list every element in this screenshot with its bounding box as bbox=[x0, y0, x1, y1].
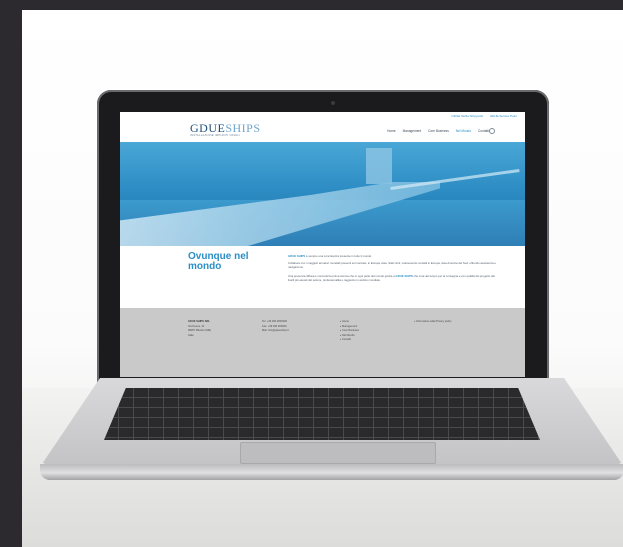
site-topbar: GDUE Sicilia Shipyards GDUE Service Poin… bbox=[445, 114, 517, 118]
laptop-keyboard bbox=[104, 388, 540, 440]
laptop-trackpad bbox=[240, 442, 436, 464]
logo-subtitle: INSTALLAZIONE IMPIANTI NAVALI bbox=[190, 134, 241, 137]
site-header: GDUE Sicilia Shipyards GDUE Service Poin… bbox=[120, 112, 525, 142]
ship-bridge bbox=[366, 148, 392, 184]
search-icon[interactable] bbox=[489, 128, 495, 134]
nav-home[interactable]: Home bbox=[387, 129, 396, 133]
ship-rail bbox=[390, 168, 520, 191]
footer-links: Home Management Core Business Nel Mondo … bbox=[340, 320, 359, 343]
intro-paragraph: GDUE SHIPS è sempre una concretezza pres… bbox=[288, 254, 498, 258]
footer-contacts: Tel: +39 090 0000000 Fax: +39 090 000000… bbox=[262, 320, 289, 334]
intro-text: è sempre una concretezza presente in tut… bbox=[305, 254, 372, 258]
logo-accent: SHIPS bbox=[225, 121, 261, 135]
footer-tel: Tel: +39 090 0000000 bbox=[262, 320, 288, 323]
footer-link-core-business[interactable]: Core Business bbox=[340, 329, 359, 334]
body2-company: GDUE SHIPS bbox=[395, 274, 413, 278]
nav-contatti[interactable]: Contatti bbox=[478, 129, 489, 133]
nav-core-business[interactable]: Core Business bbox=[428, 129, 449, 133]
laptop-screen: GDUE Sicilia Shipyards GDUE Service Poin… bbox=[120, 112, 525, 377]
footer-address: GDUE SHIPS SRL Via Nuova, 10 98057 Milaz… bbox=[188, 320, 211, 338]
logo-main: GDUE bbox=[190, 121, 226, 135]
page-title: Ovunque nel mondo bbox=[188, 251, 249, 272]
site-footer: GDUE SHIPS SRL Via Nuova, 10 98057 Milaz… bbox=[120, 308, 525, 377]
footer-mail[interactable]: Mail: info@gdueships.it bbox=[262, 329, 289, 332]
footer-privacy: Informativa sulla Privacy policy bbox=[414, 320, 451, 325]
body-paragraph-2: Una presenza diffusa e concretizza prima… bbox=[288, 274, 498, 282]
footer-country: Italia bbox=[188, 333, 194, 337]
hero-image-ship bbox=[120, 142, 525, 246]
webcam bbox=[331, 101, 335, 105]
topbar-link-service[interactable]: GDUE Service Point bbox=[490, 114, 517, 118]
footer-fax: Fax: +39 090 000000 bbox=[262, 324, 287, 328]
footer-street: Via Nuova, 10 bbox=[188, 324, 205, 328]
footer-city: 98057 Milazzo (ME) bbox=[188, 329, 212, 332]
nav-nel-mondo[interactable]: Nel Mondo bbox=[456, 129, 471, 133]
body-paragraph-1: Collabora con i maggiori armatori mondia… bbox=[288, 261, 496, 269]
content-section: Ovunque nel mondo GDUE SHIPS è sempre un… bbox=[120, 246, 525, 308]
footer-link-contatti[interactable]: Contatti bbox=[340, 338, 359, 343]
intro-company: GDUE SHIPS bbox=[288, 254, 306, 258]
footer-company: GDUE SHIPS SRL bbox=[188, 320, 210, 323]
main-nav: Home Management Core Business Nel Mondo … bbox=[381, 129, 489, 133]
laptop-front-edge bbox=[40, 464, 623, 480]
nav-management[interactable]: Management bbox=[403, 129, 422, 133]
topbar-link-shipyards[interactable]: GDUE Sicilia Shipyards bbox=[451, 114, 483, 118]
footer-link-privacy[interactable]: Informativa sulla Privacy policy bbox=[414, 320, 451, 325]
